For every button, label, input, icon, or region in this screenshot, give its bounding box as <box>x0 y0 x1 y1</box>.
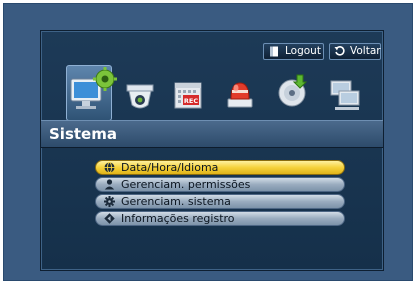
main-menu-icons: REC <box>41 65 385 125</box>
alarm-event-icon[interactable] <box>223 77 257 115</box>
back-arrow-icon <box>334 46 345 58</box>
system-screen: Logout Voltar REC Sistema Data/Hora/Idio… <box>40 30 384 271</box>
logout-icon <box>268 46 280 58</box>
menu-item-label: Gerenciam. permissões <box>121 178 251 191</box>
record-calendar-icon[interactable]: REC <box>171 79 205 115</box>
svg-text:REC: REC <box>184 97 198 105</box>
page-title: Sistema <box>49 125 117 143</box>
camera-icon[interactable] <box>123 81 157 117</box>
menu-item-label: Gerenciam. sistema <box>121 195 231 208</box>
menu-item-label: Data/Hora/Idioma <box>121 161 219 174</box>
menu-item-label: Informações registro <box>121 212 235 225</box>
logout-label: Logout <box>285 45 321 57</box>
diamond-arrow-icon <box>104 213 115 224</box>
menu-item-data-hora-idioma[interactable]: Data/Hora/Idioma <box>95 160 345 175</box>
system-settings-icon[interactable] <box>67 67 123 123</box>
user-icon <box>104 179 115 190</box>
voltar-button[interactable]: Voltar <box>329 43 381 60</box>
gear-icon <box>104 196 115 207</box>
menu-item-gerenciam-sistema[interactable]: Gerenciam. sistema <box>95 194 345 209</box>
dvr-window-frame: Logout Voltar REC Sistema Data/Hora/Idio… <box>3 3 413 281</box>
menu-item-gerenciam-permissoes[interactable]: Gerenciam. permissões <box>95 177 345 192</box>
network-icon[interactable] <box>327 77 363 117</box>
globe-icon <box>104 162 115 173</box>
backup-disc-icon[interactable] <box>275 73 309 113</box>
logout-button[interactable]: Logout <box>263 43 324 60</box>
menu-item-informacoes-registro[interactable]: Informações registro <box>95 211 345 226</box>
voltar-label: Voltar <box>350 45 381 57</box>
section-title-bar: Sistema <box>41 120 383 148</box>
system-submenu: Data/Hora/Idioma Gerenciam. permissões G… <box>95 160 345 228</box>
